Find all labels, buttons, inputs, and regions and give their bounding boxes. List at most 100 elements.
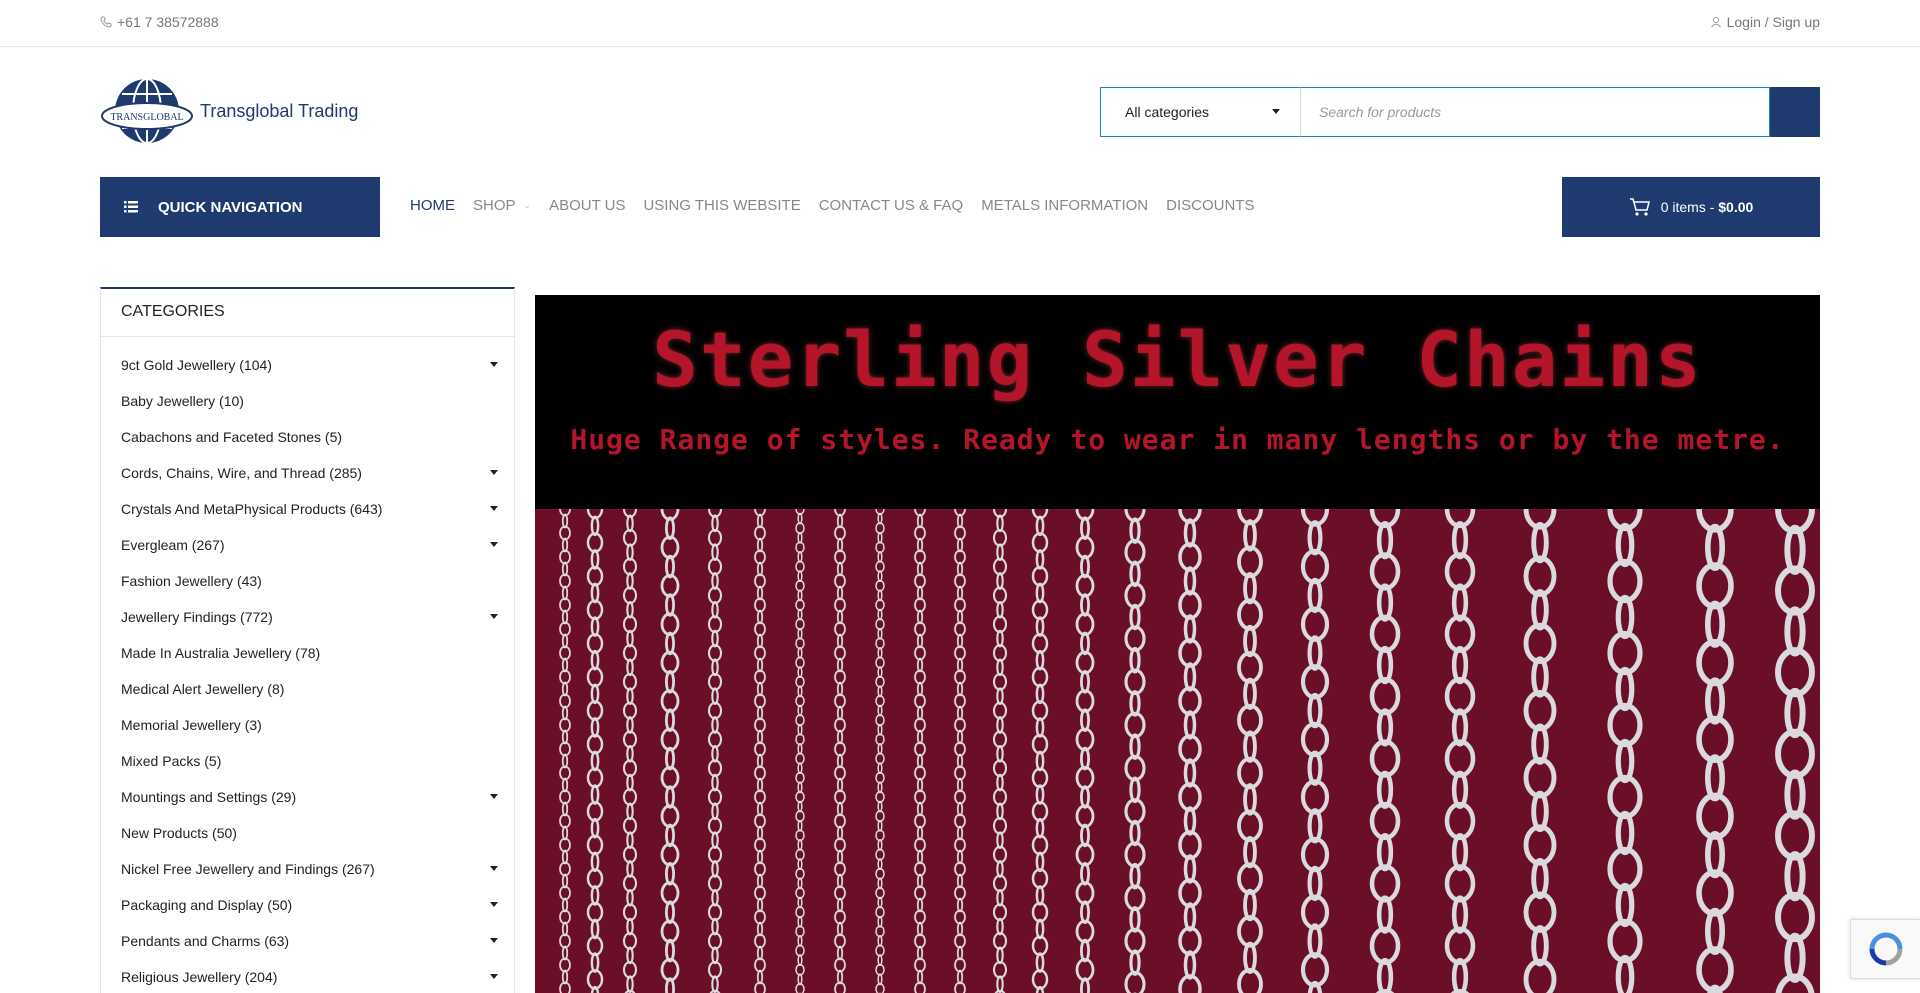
silver-chain-strand [1237, 492, 1263, 993]
category-label: Evergleam (267) [121, 537, 225, 553]
list-icon [124, 201, 138, 213]
category-item[interactable]: Packaging and Display (50) [101, 887, 514, 923]
silver-chains-illustration [559, 483, 1815, 993]
category-item[interactable]: Evergleam (267) [101, 527, 514, 563]
recaptcha-badge[interactable] [1850, 919, 1920, 979]
category-item[interactable]: Fashion Jewellery (43) [101, 563, 514, 599]
promo-banner[interactable]: Sterling Silver Chains Huge Range of sty… [535, 295, 1820, 993]
site-logo[interactable]: TRANSGLOBAL Transglobal Trading [100, 76, 358, 146]
category-label: Memorial Jewellery (3) [121, 717, 262, 733]
silver-chain-strand [1300, 491, 1330, 993]
cart-summary: 0 items - $0.00 [1661, 199, 1754, 215]
silver-chain-strand [1523, 488, 1557, 993]
shopping-cart-icon [1629, 198, 1650, 216]
search-button[interactable] [1770, 87, 1820, 137]
category-item[interactable]: Pendants and Charms (63) [101, 923, 514, 959]
login-label: Login / Sign up [1726, 14, 1820, 30]
silver-chain-strand [1696, 485, 1734, 993]
silver-chain-strand [1444, 489, 1476, 993]
category-list: 9ct Gold Jewellery (104) Baby Jewellery (… [101, 337, 514, 993]
expand-arrow-icon[interactable] [490, 470, 498, 475]
search-placeholder: Search for products [1319, 104, 1442, 120]
category-item[interactable]: New Products (50) [101, 815, 514, 851]
category-select-value: All categories [1125, 104, 1210, 120]
silver-chain-strand [1369, 489, 1401, 993]
banner-chains-image [535, 483, 1820, 993]
category-item[interactable]: 9ct Gold Jewellery (104) [101, 347, 514, 383]
menu-item-about-us[interactable]: ABOUT US [549, 197, 625, 214]
categories-title: CATEGORIES [101, 289, 514, 337]
menu-item-discounts[interactable]: DISCOUNTS [1166, 197, 1254, 214]
category-label: Religious Jewellery (204) [121, 969, 278, 985]
phone-contact[interactable]: +61 7 38572888 [100, 14, 219, 30]
expand-arrow-icon[interactable] [490, 542, 498, 547]
category-label: Cords, Chains, Wire, and Thread (285) [121, 465, 362, 481]
silver-chain-strand [1124, 495, 1146, 993]
svg-text:TRANSGLOBAL: TRANSGLOBAL [110, 112, 183, 123]
menu-item-contact-faq[interactable]: CONTACT US & FAQ [819, 197, 963, 214]
brand-name: Transglobal Trading [200, 100, 359, 121]
banner-heading-area: Sterling Silver Chains Huge Range of sty… [535, 295, 1820, 509]
category-label: Packaging and Display (50) [121, 897, 293, 913]
silver-chain-strand [754, 501, 766, 993]
cart-button[interactable]: 0 items - $0.00 [1562, 177, 1820, 237]
expand-arrow-icon[interactable] [490, 362, 498, 367]
category-item[interactable]: Religious Jewellery (204) [101, 959, 514, 993]
menu-item-shop-label: SHOP [473, 197, 516, 214]
menu-item-home[interactable]: HOME [410, 197, 455, 214]
category-label: Jewellery Findings (772) [121, 609, 273, 625]
silver-chain-strand [1178, 494, 1202, 993]
category-label: Cabachons and Faceted Stones (5) [121, 429, 343, 445]
category-select[interactable]: All categories [1100, 87, 1300, 137]
banner-subtitle: Huge Range of styles. Ready to wear in m… [570, 423, 1785, 456]
cart-items-count: 0 items - [1660, 199, 1719, 215]
category-item[interactable]: Mountings and Settings (29) [101, 779, 514, 815]
category-label: Nickel Free Jewellery and Findings (267) [121, 861, 375, 877]
globe-logo-icon: TRANSGLOBAL [101, 78, 193, 144]
category-item[interactable]: Nickel Free Jewellery and Findings (267) [101, 851, 514, 887]
menu-item-shop[interactable]: SHOP ⌄ [473, 197, 531, 214]
search-input[interactable]: Search for products [1300, 87, 1770, 137]
silver-chain-strand [1031, 498, 1049, 993]
expand-arrow-icon[interactable] [490, 794, 498, 799]
expand-arrow-icon[interactable] [490, 506, 498, 511]
category-item[interactable]: Cords, Chains, Wire, and Thread (285) [101, 455, 514, 491]
expand-arrow-icon[interactable] [490, 938, 498, 943]
category-item[interactable]: Crystals And MetaPhysical Products (643) [101, 491, 514, 527]
silver-chain-strand [1607, 486, 1643, 993]
category-label: Baby Jewellery (10) [121, 393, 244, 409]
category-label: Pendants and Charms (63) [121, 933, 290, 949]
category-item[interactable]: Mixed Packs (5) [101, 743, 514, 779]
quick-navigation-label: QUICK NAVIGATION [158, 198, 303, 216]
categories-sidebar: CATEGORIES 9ct Gold Jewellery (104) Baby … [100, 287, 515, 993]
expand-arrow-icon[interactable] [490, 866, 498, 871]
main-menu: HOME SHOP ⌄ ABOUT US USING THIS WEBSITE … [410, 197, 1254, 214]
cart-total: $0.00 [1718, 199, 1754, 215]
category-item[interactable]: Medical Alert Jewellery (8) [101, 671, 514, 707]
silver-chain-strand [586, 498, 604, 993]
top-bar: +61 7 38572888 Login / Sign up [0, 0, 1920, 47]
category-label: Medical Alert Jewellery (8) [121, 681, 285, 697]
expand-arrow-icon[interactable] [490, 902, 498, 907]
expand-arrow-icon[interactable] [490, 614, 498, 619]
login-signup-link[interactable]: Login / Sign up [1710, 14, 1820, 30]
category-item[interactable]: Jewellery Findings (772) [101, 599, 514, 635]
phone-number: +61 7 38572888 [117, 14, 219, 30]
banner-title: Sterling Silver Chains [652, 315, 1703, 404]
expand-arrow-icon[interactable] [490, 974, 498, 979]
silver-chain-strand [660, 497, 680, 993]
user-icon [1710, 17, 1721, 28]
category-item[interactable]: Memorial Jewellery (3) [101, 707, 514, 743]
menu-item-using-this-website[interactable]: USING THIS WEBSITE [643, 197, 800, 214]
category-label: Mountings and Settings (29) [121, 789, 297, 805]
silver-chain-strand [1775, 483, 1815, 993]
category-label: New Products (50) [121, 825, 237, 841]
category-item[interactable]: Made In Australia Jewellery (78) [101, 635, 514, 671]
silver-chain-strand [954, 501, 966, 993]
menu-item-metals-information[interactable]: METALS INFORMATION [981, 197, 1148, 214]
category-item[interactable]: Baby Jewellery (10) [101, 383, 514, 419]
silver-chain-strand [559, 501, 571, 993]
quick-navigation-button[interactable]: QUICK NAVIGATION [100, 177, 380, 237]
category-item[interactable]: Cabachons and Faceted Stones (5) [101, 419, 514, 455]
silver-chain-strand [795, 503, 805, 993]
